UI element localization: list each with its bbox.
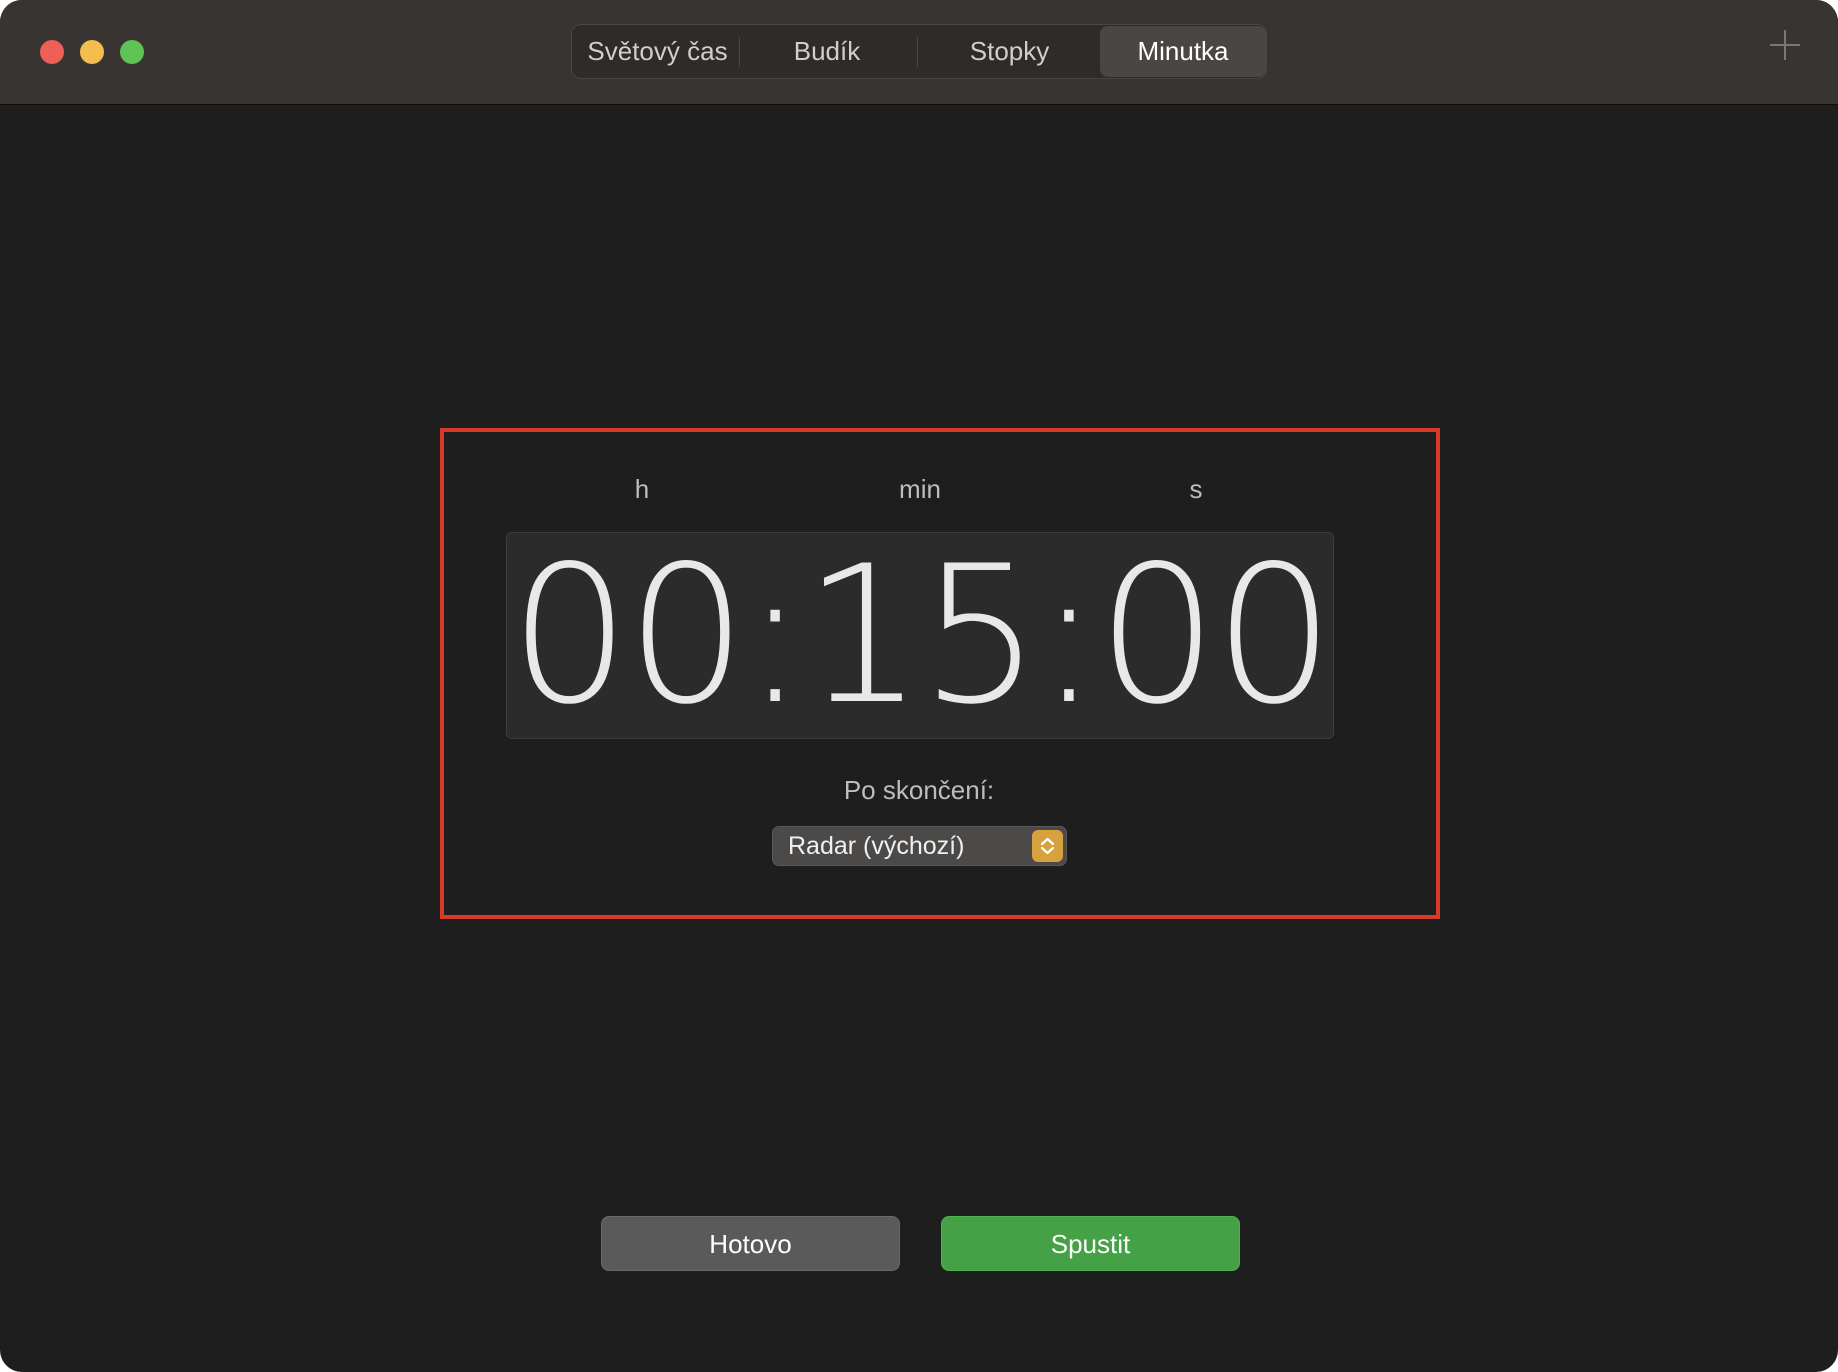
timer-value[interactable]: 00:15:00	[507, 533, 1334, 738]
tab-stopwatch[interactable]: Stopky	[922, 25, 1097, 78]
close-button[interactable]	[40, 40, 64, 64]
plus-icon[interactable]	[1770, 30, 1800, 60]
tab-alarm[interactable]: Budík	[742, 25, 912, 78]
tab-world-clock[interactable]: Světový čas	[576, 25, 739, 78]
segmented-tab-control: Světový čas Budík Stopky Minutka	[571, 24, 1267, 79]
zoom-button[interactable]	[120, 40, 144, 64]
title-bar: Světový čas Budík Stopky Minutka	[0, 0, 1838, 105]
hours-unit-label: h	[634, 474, 650, 504]
when-done-label: Po skončení:	[843, 775, 995, 805]
done-button[interactable]: Hotovo	[601, 1216, 900, 1271]
sound-select-value: Radar (výchozí)	[788, 832, 965, 860]
tab-separator	[739, 37, 740, 67]
chevron-up-down-icon	[1032, 830, 1063, 862]
seconds-unit-label: s	[1189, 474, 1203, 504]
minutes-unit-label: min	[899, 474, 941, 504]
sound-select[interactable]: Radar (výchozí)	[772, 826, 1067, 866]
start-button[interactable]: Spustit	[941, 1216, 1240, 1271]
tab-separator	[917, 37, 918, 67]
tab-timer[interactable]: Minutka	[1100, 26, 1266, 77]
timer-display[interactable]: 00:15:00	[506, 532, 1335, 739]
minimize-button[interactable]	[80, 40, 104, 64]
clock-window: Světový čas Budík Stopky Minutka h min s…	[0, 0, 1838, 1372]
